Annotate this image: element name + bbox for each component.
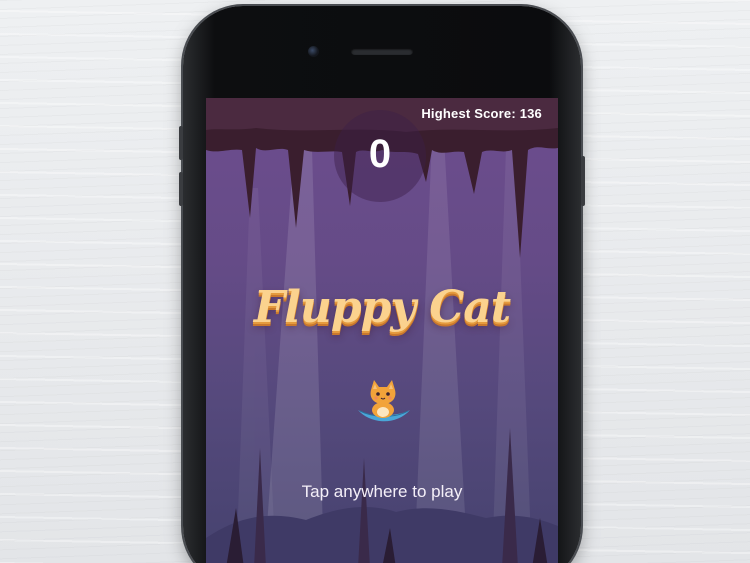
tap-to-play-prompt[interactable]: Tap anywhere to play [206,482,558,502]
phone-volume-button [179,172,183,206]
highest-score-label: Highest Score: 136 [421,106,542,121]
light-beam [236,188,276,563]
cat-on-leaf-icon [358,380,410,422]
phone-power-button [581,156,585,206]
phone-volume-button [179,126,183,160]
game-screen[interactable]: 0 Highest Score: 136 Fluppy Cat Tap anyw… [206,98,558,563]
current-score: 0 [368,132,392,176]
earpiece-speaker [351,48,413,55]
front-camera [308,46,319,57]
game-title-logo: Fluppy Cat [253,282,511,333]
